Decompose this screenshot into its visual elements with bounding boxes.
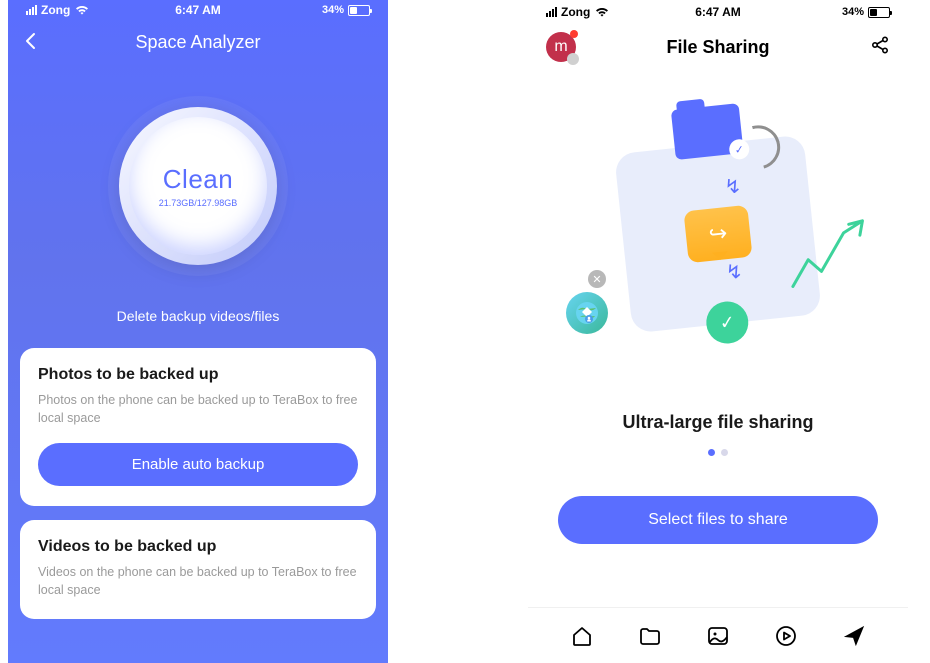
page-title: File Sharing (666, 37, 769, 58)
share-box-icon: ↪ (683, 205, 752, 263)
signal-icon (546, 7, 557, 17)
status-left: Zong (546, 4, 609, 20)
pagination-dots (528, 449, 908, 456)
illustration-bg: ✓ ↯ ↪ ↯ ✓ (614, 135, 822, 334)
videos-card: Videos to be backed up Videos on the pho… (20, 520, 376, 619)
status-left: Zong (26, 2, 89, 18)
home-tab[interactable] (570, 624, 594, 648)
share-arrow-icon: ↪ (707, 220, 728, 248)
battery-percent: 34% (842, 6, 864, 18)
folder-icon: ✓ (671, 103, 744, 160)
card-title: Videos to be backed up (38, 538, 358, 556)
header: m File Sharing (528, 20, 908, 74)
carrier-label: Zong (41, 3, 70, 17)
status-bar: Zong 6:47 AM 34% (528, 0, 908, 20)
carrier-label: Zong (561, 5, 590, 19)
delete-caption: Delete backup videos/files (117, 308, 280, 324)
select-files-button[interactable]: Select files to share (558, 496, 878, 544)
enable-backup-button[interactable]: Enable auto backup (38, 443, 358, 486)
storage-text: 21.73GB/127.98GB (159, 198, 238, 208)
dot[interactable] (721, 449, 728, 456)
signal-icon (26, 5, 37, 15)
card-desc: Photos on the phone can be backed up to … (38, 392, 358, 427)
clean-label: Clean (163, 164, 233, 195)
arrow-down-icon: ↯ (723, 173, 742, 200)
dot-active[interactable] (708, 449, 715, 456)
photos-tab[interactable] (706, 624, 730, 648)
status-right: 34% (842, 6, 890, 18)
headline: Ultra-large file sharing (528, 412, 908, 433)
clean-button[interactable]: Clean 21.73GB/127.98GB (108, 96, 288, 276)
wifi-icon (595, 4, 609, 20)
status-time: 6:47 AM (695, 5, 741, 19)
back-button[interactable] (24, 30, 36, 56)
files-tab[interactable] (638, 624, 662, 648)
status-bar: Zong 6:47 AM 34% (8, 0, 388, 20)
photos-card: Photos to be backed up Photos on the pho… (20, 348, 376, 506)
battery-percent: 34% (322, 4, 344, 16)
share-icon[interactable] (870, 35, 890, 60)
file-sharing-screen: Zong 6:47 AM 34% m File Sharing ✓ ↯ ↪ ↯ … (528, 0, 908, 663)
battery-icon (348, 5, 370, 16)
wifi-icon (75, 2, 89, 18)
close-badge[interactable]: ✕ (588, 270, 606, 288)
space-analyzer-screen: Zong 6:47 AM 34% Space Analyzer Clean 21… (8, 0, 388, 663)
clean-section: Clean 21.73GB/127.98GB Delete backup vid… (8, 61, 388, 324)
trend-arrow-icon (785, 219, 872, 297)
battery-icon (868, 7, 890, 18)
arrow-down-icon: ↯ (725, 259, 744, 286)
page-title: Space Analyzer (135, 32, 260, 53)
status-time: 6:47 AM (175, 3, 221, 17)
card-desc: Videos on the phone can be backed up to … (38, 564, 358, 599)
video-tab[interactable] (774, 624, 798, 648)
share-tab-active[interactable] (842, 624, 866, 648)
avatar[interactable]: m (546, 32, 576, 62)
globe-badge[interactable] (566, 292, 608, 334)
success-check-icon: ✓ (704, 299, 750, 345)
tab-bar (528, 607, 908, 663)
illustration: ✓ ↯ ↪ ↯ ✓ (528, 84, 908, 384)
card-title: Photos to be backed up (38, 366, 358, 384)
header: Space Analyzer (8, 20, 388, 61)
cards-container: Photos to be backed up Photos on the pho… (8, 324, 388, 619)
status-right: 34% (322, 4, 370, 16)
